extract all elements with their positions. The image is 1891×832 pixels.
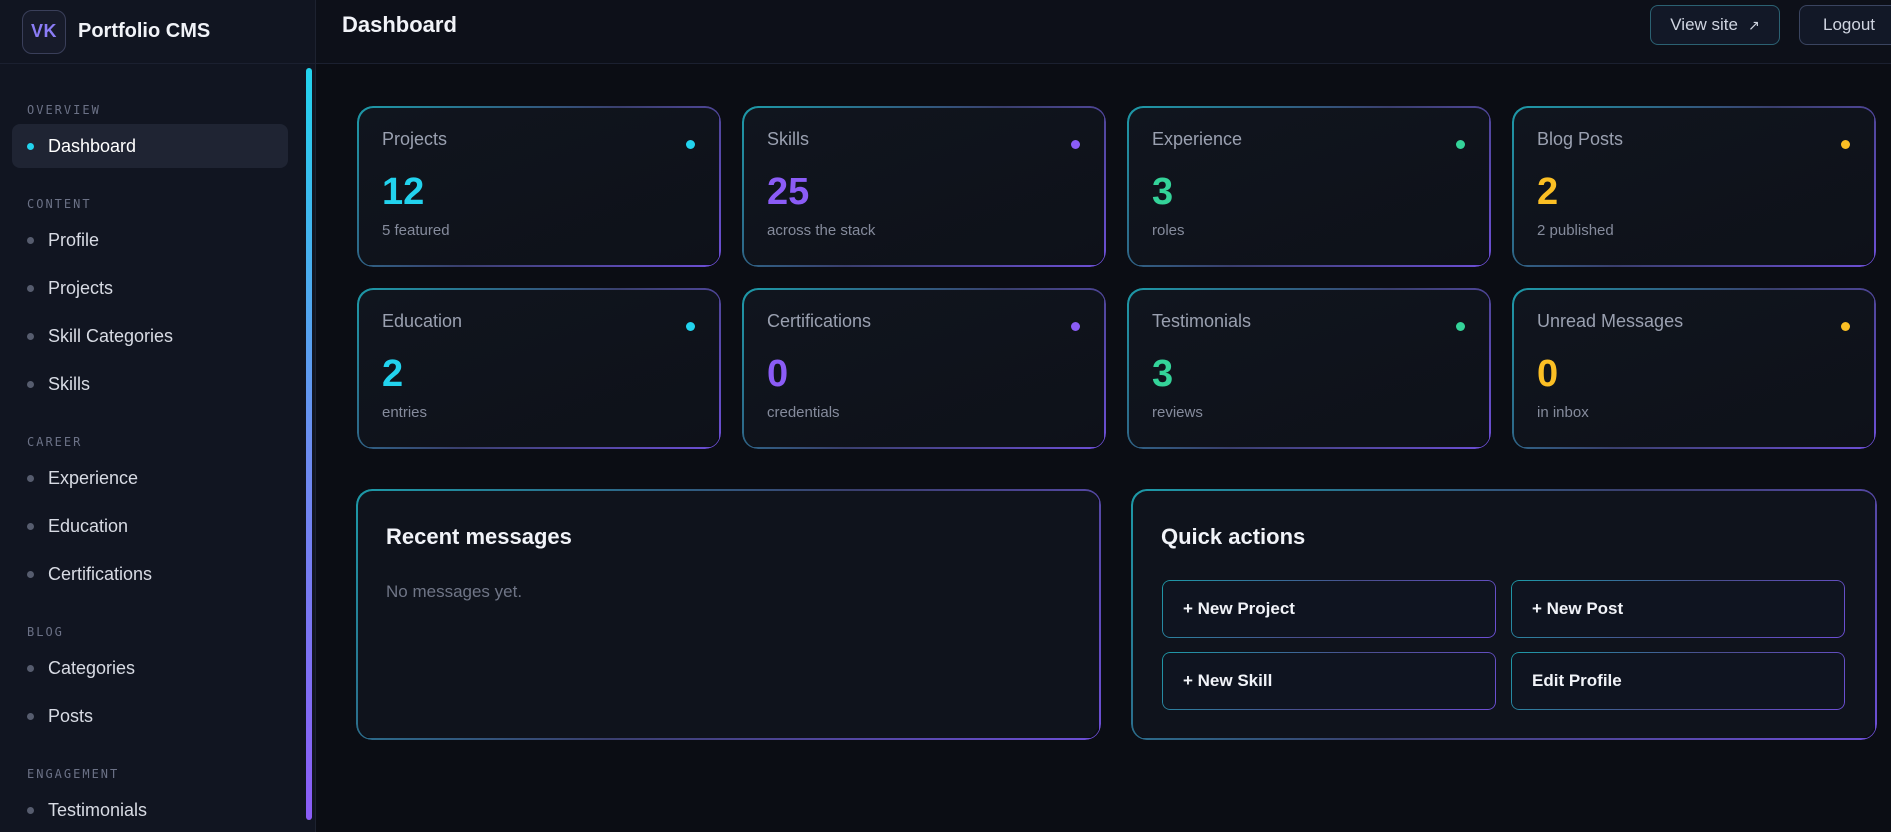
brand-logo[interactable]: VK [22,9,66,54]
external-link-icon: ↗ [1747,16,1760,33]
stat-subtext: across the stack [767,222,876,239]
view-site-button[interactable]: View site ↗ [1650,5,1780,45]
dot-icon [27,664,34,672]
sidebar-item-profile[interactable]: Profile [12,218,288,262]
quick-actions-panel: Quick actions + New Project + New Post +… [1132,490,1875,738]
stat-label: Skills [767,129,810,149]
dot-icon [27,570,34,578]
stat-subtext: in inbox [1537,404,1589,421]
sidebar-item-label: Posts [48,705,94,726]
stat-label: Projects [382,129,448,149]
nav-section-content: CONTENT [27,197,92,211]
dot-icon [27,332,34,340]
nav-section-career: CAREER [27,435,83,449]
new-post-button[interactable]: + New Post [1512,581,1844,637]
status-dot-icon [686,140,695,149]
dot-icon [27,522,34,530]
dot-icon [27,236,34,244]
status-dot-icon [686,322,695,331]
status-dot-icon [1841,322,1850,331]
stat-label: Education [382,311,463,331]
stat-value: 2 [382,353,404,395]
stat-card-certifications[interactable]: Certifications 0 credentials [742,288,1105,448]
sidebar-item-label: Projects [48,277,114,298]
sidebar-item-skills[interactable]: Skills [12,362,288,406]
status-dot-icon [1456,322,1465,331]
stat-value: 0 [1537,353,1559,395]
empty-state-text: No messages yet. [386,582,523,601]
stat-card-testimonials[interactable]: Testimonials 3 reviews [1127,288,1490,448]
sidebar-item-dashboard[interactable]: Dashboard [12,124,288,168]
sidebar: VK Portfolio CMS OVERVIEW Dashboard CONT… [0,0,316,832]
sidebar-item-education[interactable]: Education [12,504,288,548]
active-dot-icon [27,142,34,150]
status-dot-icon [1841,140,1850,149]
stat-subtext: credentials [767,404,840,421]
stat-value: 3 [1152,171,1174,213]
new-skill-button[interactable]: + New Skill [1163,653,1495,709]
recent-messages-panel: Recent messages No messages yet. [357,490,1099,738]
stat-subtext: 2 published [1537,222,1614,239]
sidebar-item-testimonials[interactable]: Testimonials [12,788,288,832]
sidebar-item-categories[interactable]: Categories [12,646,288,690]
stat-subtext: entries [382,404,428,421]
panel-title: Recent messages [386,524,572,549]
status-dot-icon [1071,140,1080,149]
stat-value: 25 [767,171,810,213]
sidebar-item-experience[interactable]: Experience [12,456,288,500]
brand-name[interactable]: Portfolio CMS [78,20,210,43]
stat-card-blog-posts[interactable]: Blog Posts 2 2 published [1512,106,1875,266]
sidebar-item-label: Experience [48,467,139,488]
page-title: Dashboard [342,12,457,37]
view-site-label: View site [1670,15,1738,34]
stat-subtext: 5 featured [382,222,450,239]
nav-section-engagement: ENGAGEMENT [27,767,120,781]
dot-icon [27,380,34,388]
sidebar-item-posts[interactable]: Posts [12,694,288,738]
stat-card-unread-messages[interactable]: Unread Messages 0 in inbox [1512,288,1875,448]
sidebar-nav: OVERVIEW Dashboard CONTENT Profile Proje… [0,64,300,832]
panel-title: Quick actions [1161,524,1306,549]
sidebar-item-label: Categories [48,657,136,678]
edit-profile-button[interactable]: Edit Profile [1512,653,1844,709]
dot-icon [27,806,34,814]
stat-value: 0 [767,353,789,395]
sidebar-item-label: Testimonials [48,799,148,820]
sidebar-item-certifications[interactable]: Certifications [12,552,288,596]
nav-section-overview: OVERVIEW [27,103,101,117]
dot-icon [27,474,34,482]
status-dot-icon [1456,140,1465,149]
topbar: Dashboard View site ↗ Logout [316,0,1891,64]
dot-icon [27,712,34,720]
logout-button[interactable]: Logout [1799,5,1891,45]
stat-label: Certifications [767,311,872,331]
stat-value: 2 [1537,171,1559,213]
status-dot-icon [1071,322,1080,331]
stat-label: Testimonials [1152,311,1252,331]
stat-value: 12 [382,171,425,213]
sidebar-item-label: Skill Categories [48,325,174,346]
sidebar-item-label: Education [48,515,129,536]
nav-section-blog: BLOG [27,625,64,639]
sidebar-scrollbar[interactable] [306,68,312,820]
sidebar-item-label: Skills [48,373,91,394]
dot-icon [27,284,34,292]
stat-subtext: reviews [1152,404,1203,421]
sidebar-item-label: Dashboard [48,135,137,156]
sidebar-item-label: Certifications [48,563,153,584]
stat-value: 3 [1152,353,1174,395]
stat-card-experience[interactable]: Experience 3 roles [1127,106,1490,266]
stat-card-education[interactable]: Education 2 entries [357,288,720,448]
stat-label: Experience [1152,129,1243,149]
new-project-button[interactable]: + New Project [1163,581,1495,637]
stat-label: Unread Messages [1537,311,1684,331]
stat-subtext: roles [1152,222,1185,239]
stat-card-skills[interactable]: Skills 25 across the stack [742,106,1105,266]
sidebar-item-label: Profile [48,229,100,250]
stat-card-projects[interactable]: Projects 12 5 featured [357,106,720,266]
stat-label: Blog Posts [1537,129,1624,149]
sidebar-item-projects[interactable]: Projects [12,266,288,310]
brand[interactable]: VK Portfolio CMS [0,0,315,64]
sidebar-item-skill-categories[interactable]: Skill Categories [12,314,288,358]
